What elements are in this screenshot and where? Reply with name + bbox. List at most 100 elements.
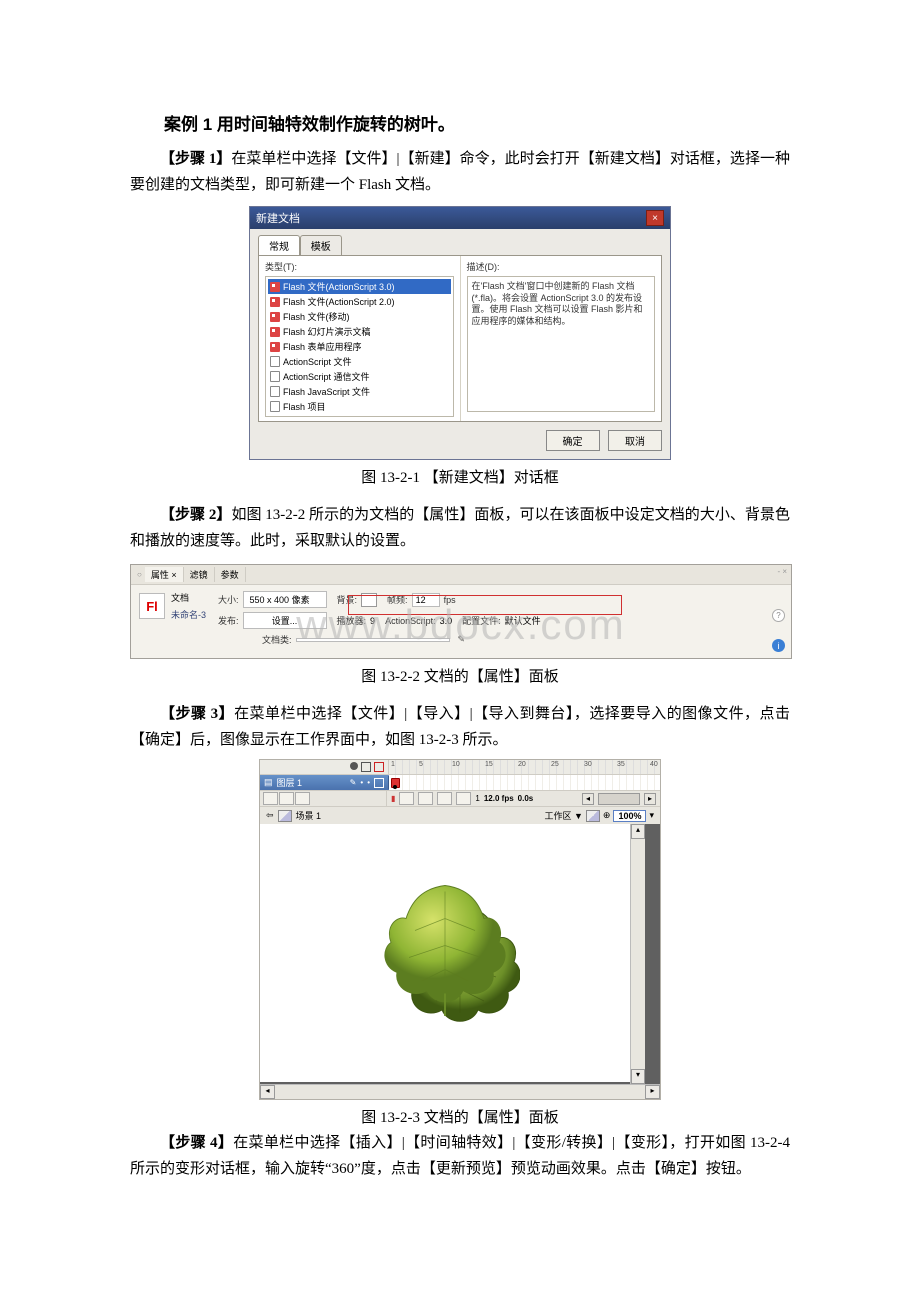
scroll-right-icon[interactable]: ▸ — [645, 1085, 660, 1099]
as-file-icon — [270, 356, 280, 367]
stage[interactable] — [260, 824, 630, 1082]
pencil-icon[interactable]: ✎ — [458, 634, 466, 645]
edit-multi-button[interactable] — [437, 792, 452, 805]
config-label: 配置文件: — [462, 614, 501, 627]
ruler-mark: 30 — [584, 761, 592, 768]
fl-icon: Fl — [139, 593, 165, 619]
timeline-stage-panel: 1 5 10 15 20 25 30 35 40 ▤ 图层 1 ✎ • • — [259, 759, 661, 1100]
config-value: 默认文件 — [505, 614, 541, 627]
cancel-button[interactable]: 取消 — [608, 430, 662, 451]
new-layer-button[interactable] — [263, 792, 278, 805]
list-item[interactable]: Flash JavaScript 文件 — [268, 384, 451, 399]
frame-ruler[interactable]: 1 5 10 15 20 25 30 35 40 — [389, 760, 660, 774]
layer-row[interactable]: ▤ 图层 1 ✎ • • — [260, 775, 660, 790]
scene-bar: ⇦ 场景 1 工作区 ▼ ⊕ 100% ▾ — [260, 806, 660, 824]
back-icon[interactable]: ⇦ — [266, 810, 274, 821]
step2-label: 【步骤 2】 — [160, 507, 231, 523]
list-item[interactable]: Flash 项目 — [268, 399, 451, 414]
ruler-mark: 35 — [617, 761, 625, 768]
fps-value: 12.0 fps — [484, 794, 514, 803]
js-file-icon — [270, 386, 280, 397]
size-button[interactable]: 550 x 400 像素 — [243, 591, 327, 608]
list-item[interactable]: Flash 表单应用程序 — [268, 339, 451, 354]
tab-properties[interactable]: 属性 × — [145, 567, 184, 582]
scroll-up-icon[interactable]: ▴ — [631, 824, 645, 839]
flash-file-icon — [270, 342, 280, 352]
flash-file-icon — [270, 327, 280, 337]
doc-label: 文档 — [171, 591, 206, 604]
step3-para: 【步骤 3】在菜单栏中选择【文件】|【导入】|【导入到舞台】，选择要导入的图像文… — [130, 702, 790, 753]
info-icon[interactable]: i — [772, 639, 785, 652]
vertical-scrollbar[interactable]: ▴ ▾ — [630, 824, 645, 1084]
tab-params[interactable]: 参数 — [215, 567, 246, 582]
onion-markers-button[interactable] — [456, 792, 471, 805]
list-item[interactable]: ActionScript 通信文件 — [268, 369, 451, 384]
step1-label: 【步骤 1】 — [160, 151, 231, 167]
ruler-mark: 10 — [452, 761, 460, 768]
frame-track[interactable] — [389, 775, 660, 790]
scene-name[interactable]: 场景 1 — [296, 809, 322, 822]
lock-icon[interactable] — [361, 762, 371, 772]
desc-box: 在'Flash 文档'窗口中创建新的 Flash 文档(*.fla)。将会设置 … — [467, 276, 656, 412]
publish-settings-button[interactable]: 设置... — [243, 612, 327, 629]
delete-layer-button[interactable] — [295, 792, 310, 805]
ok-button[interactable]: 确定 — [546, 430, 600, 451]
stage-wrap: ▴ ▾ — [260, 824, 660, 1084]
type-list[interactable]: Flash 文件(ActionScript 3.0) Flash 文件(Acti… — [265, 276, 454, 417]
scene-selector-icon[interactable] — [586, 810, 600, 822]
timeline-controls: ▮ 1 12.0 fps 0.0s ◂ ▸ — [260, 790, 660, 806]
layer-icon: ▤ — [264, 777, 273, 788]
as-file-icon — [270, 371, 280, 382]
dialog-titlebar: 新建文档 × — [250, 207, 670, 229]
scroll-down-icon[interactable]: ▾ — [631, 1069, 645, 1084]
flash-file-icon — [270, 282, 280, 292]
layer-dot-icon: • — [360, 778, 363, 787]
desc-label: 描述(D): — [467, 260, 656, 273]
list-item[interactable]: Flash 文件(ActionScript 3.0) — [268, 279, 451, 294]
case-title: 案例 1 用时间轴特效制作旋转的树叶。 — [130, 110, 790, 135]
tab-filters[interactable]: 滤镜 — [184, 567, 215, 582]
close-icon[interactable]: × — [646, 210, 664, 226]
symbol-selector-icon[interactable]: ⊕ — [603, 810, 611, 821]
publish-label: 发布: — [218, 614, 239, 627]
scroll-right-icon[interactable]: ▸ — [644, 793, 656, 805]
scroll-track[interactable] — [598, 793, 640, 805]
tab-template[interactable]: 模板 — [300, 235, 342, 255]
dot-icon: ○ — [137, 570, 142, 579]
doc-name[interactable]: 未命名-3 — [171, 608, 206, 621]
flash-file-icon — [270, 297, 280, 307]
scroll-left-icon[interactable]: ◂ — [582, 793, 594, 805]
onion-skin-button[interactable] — [399, 792, 414, 805]
player-value: 9 — [370, 616, 375, 626]
list-item[interactable]: ActionScript 文件 — [268, 354, 451, 369]
list-item[interactable]: Flash 文件(ActionScript 2.0) — [268, 294, 451, 309]
highlight-box — [348, 595, 622, 615]
docclass-label: 文档类: — [262, 633, 292, 646]
onion-outline-button[interactable] — [418, 792, 433, 805]
outline-icon — [374, 778, 384, 788]
step1-para: 【步骤 1】在菜单栏中选择【文件】|【新建】命令，此时会打开【新建文档】对话框，… — [130, 147, 790, 198]
elapsed-time: 0.0s — [518, 794, 534, 803]
eye-icon[interactable] — [350, 762, 358, 770]
dialog-title: 新建文档 — [256, 210, 300, 226]
list-item[interactable]: Flash 幻灯片演示文稿 — [268, 324, 451, 339]
step3-label: 【步骤 3】 — [160, 706, 234, 722]
workarea-label[interactable]: 工作区 ▼ — [544, 809, 582, 822]
leaf-image[interactable] — [370, 878, 520, 1028]
chevron-down-icon[interactable]: ▾ — [649, 810, 654, 821]
outline-icon[interactable] — [374, 762, 384, 772]
horizontal-scrollbar[interactable]: ◂ ▸ — [260, 1084, 660, 1099]
playhead-icon: ▮ — [391, 794, 395, 803]
list-item[interactable]: Flash 文件(移动) — [268, 309, 451, 324]
scroll-left-icon[interactable]: ◂ — [260, 1085, 275, 1099]
tab-general[interactable]: 常规 — [258, 235, 300, 255]
new-folder-button[interactable] — [279, 792, 294, 805]
step2-para: 【步骤 2】如图 13-2-2 所示的为文档的【属性】面板，可以在该面板中设定文… — [130, 503, 790, 554]
window-controls-icon[interactable]: - × — [777, 567, 787, 576]
new-doc-dialog: 新建文档 × 常规 模板 类型(T): Flash 文件(ActionScrip… — [249, 206, 671, 460]
proj-file-icon — [270, 401, 280, 412]
docclass-input[interactable] — [296, 638, 450, 642]
help-icon[interactable]: ? — [772, 609, 785, 622]
zoom-select[interactable]: 100% — [613, 810, 646, 822]
type-label: 类型(T): — [265, 260, 454, 273]
